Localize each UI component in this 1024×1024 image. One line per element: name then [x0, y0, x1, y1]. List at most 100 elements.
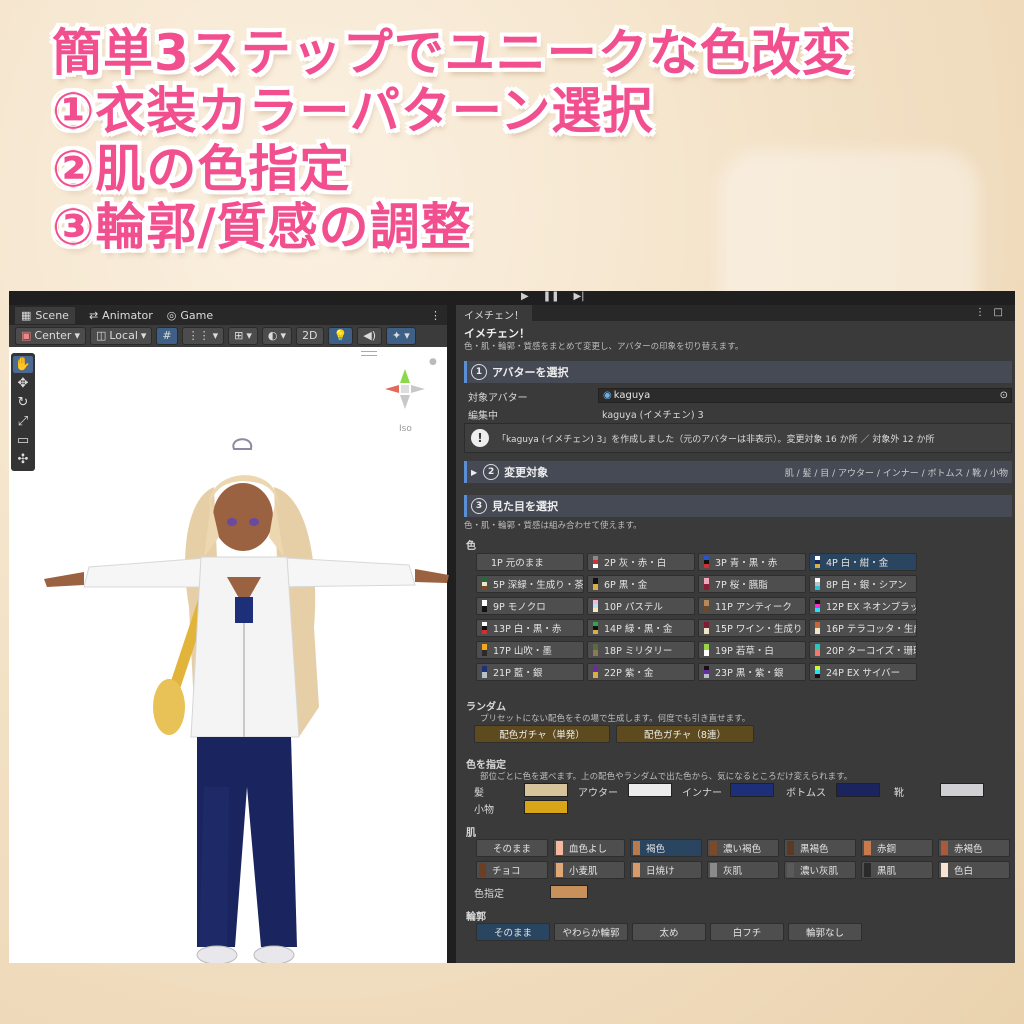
color-preset-button[interactable]: 10P パステル [587, 597, 695, 615]
palette-swatch-icon [482, 622, 487, 634]
space-dropdown[interactable]: ◫ Local ▾ [89, 327, 153, 345]
skin-tone-button[interactable]: 褐色 [630, 839, 702, 857]
color-preset-button[interactable]: 9P モノクロ [476, 597, 584, 615]
color-preset-button[interactable]: 22P 紫・金 [587, 663, 695, 681]
skin-tone-label: 赤褐色 [954, 844, 983, 855]
skin-tone-label: 赤銅 [877, 844, 897, 855]
color-preset-button[interactable]: 6P 黒・金 [587, 575, 695, 593]
skin-tone-button[interactable]: 濃い灰肌 [784, 861, 856, 879]
outline-option-button[interactable]: 白フチ [710, 923, 784, 941]
lighting-toggle[interactable]: 💡 [327, 327, 354, 345]
outline-option-button[interactable]: そのまま [476, 923, 550, 941]
draw-mode-dropdown[interactable]: ◐ ▾ [261, 327, 293, 345]
tab-game[interactable]: ◎ Game [167, 309, 213, 322]
part-color-swatch[interactable] [730, 783, 774, 797]
skin-tone-button[interactable]: そのまま [476, 839, 548, 857]
color-preset-button[interactable]: 7P 桜・臙脂 [698, 575, 806, 593]
skin-tone-button[interactable]: 濃い褐色 [707, 839, 779, 857]
skin-tone-button[interactable]: 小麦肌 [553, 861, 625, 879]
drag-handle[interactable] [361, 351, 377, 356]
skin-tone-button[interactable]: 灰肌 [707, 861, 779, 879]
target-avatar-label: 対象アバター [468, 393, 528, 404]
skin-tone-button[interactable]: チョコ [476, 861, 548, 879]
more-icon[interactable]: ⋮ [430, 309, 441, 322]
play-controls: ▶ ❚❚ ▶| [521, 291, 585, 303]
color-preset-label: 21P 藍・銀 [493, 668, 543, 679]
grid-snap-button[interactable]: # [156, 327, 178, 345]
part-color-swatch[interactable] [940, 783, 984, 797]
outline-heading: 輪郭 [466, 912, 486, 923]
2d-toggle[interactable]: 2D [296, 327, 324, 345]
tab-scene[interactable]: ▦ Scene [15, 306, 75, 324]
appearance-description: 色・肌・輪郭・質感は組み合わせて使えます。 [464, 521, 642, 531]
skin-custom-color[interactable] [550, 885, 588, 899]
skin-tone-button[interactable]: 日焼け [630, 861, 702, 879]
color-heading: 色 [466, 541, 476, 552]
outline-option-label: そのまま [493, 928, 532, 939]
color-preset-button[interactable]: 19P 若草・白 [698, 641, 806, 659]
skin-tone-button[interactable]: 黒褐色 [784, 839, 856, 857]
part-color-swatch[interactable] [836, 783, 880, 797]
skin-tone-button[interactable]: 血色よし [553, 839, 625, 857]
target-avatar-value: kaguya [613, 390, 651, 401]
color-preset-button[interactable]: 23P 黒・紫・銀 [698, 663, 806, 681]
editing-label: 編集中 [468, 411, 498, 422]
pivot-dropdown[interactable]: ▣ Center ▾ [15, 327, 86, 345]
lock-icon[interactable]: ● [429, 357, 437, 367]
move-tool-icon[interactable]: ✥ [13, 375, 33, 392]
color-preset-button[interactable]: 1P 元のまま [476, 553, 584, 571]
color-preset-button[interactable]: 14P 緑・黒・金 [587, 619, 695, 637]
pause-icon[interactable]: ❚❚ [543, 291, 560, 303]
color-preset-button[interactable]: 18P ミリタリー [587, 641, 695, 659]
section-targets[interactable]: ▶ 2 変更対象 肌 / 髪 / 目 / アウター / インナー / ボトムス … [464, 461, 1012, 483]
skin-tone-button[interactable]: 黒肌 [861, 861, 933, 879]
color-preset-button[interactable]: 12P EX ネオンブラック [809, 597, 917, 615]
skin-tone-button[interactable]: 色白 [938, 861, 1010, 879]
gacha-multi-button[interactable]: 配色ガチャ（8連） [616, 725, 754, 743]
step-number-3: 3 [471, 498, 487, 514]
skin-swatch-icon [941, 863, 948, 877]
color-preset-button[interactable]: 24P EX サイバー [809, 663, 917, 681]
color-preset-button[interactable]: 21P 藍・銀 [476, 663, 584, 681]
avatar-model[interactable] [29, 407, 449, 963]
part-color-swatch[interactable] [524, 800, 568, 814]
skin-custom-label: 色指定 [474, 889, 504, 900]
skin-tone-button[interactable]: 赤褐色 [938, 839, 1010, 857]
color-preset-button[interactable]: 8P 白・銀・シアン [809, 575, 917, 593]
step-icon[interactable]: ▶| [573, 291, 584, 303]
panel-tab[interactable]: イメチェン！ [456, 305, 532, 324]
color-preset-button[interactable]: 4P 白・紺・金 [809, 553, 917, 571]
color-preset-button[interactable]: 20P ターコイズ・珊瑚 [809, 641, 917, 659]
outline-option-button[interactable]: 太め [632, 923, 706, 941]
part-color-swatch[interactable] [628, 783, 672, 797]
color-preset-button[interactable]: 5P 深緑・生成り・茶 [476, 575, 584, 593]
outline-option-button[interactable]: やわらか輪郭 [554, 923, 628, 941]
color-preset-button[interactable]: 16P テラコッタ・生成り [809, 619, 917, 637]
color-preset-label: 18P ミリタリー [604, 646, 673, 657]
object-picker-icon[interactable]: ⊙ [1000, 390, 1008, 401]
gacha-single-button[interactable]: 配色ガチャ（単発） [474, 725, 610, 743]
step-number-2: 2 [483, 464, 500, 480]
color-preset-button[interactable]: 2P 灰・赤・白 [587, 553, 695, 571]
snap-dropdown[interactable]: ⋮⋮ ▾ [181, 327, 225, 345]
speaker-icon: ◀) [363, 329, 376, 342]
outline-option-button[interactable]: 輪郭なし [788, 923, 862, 941]
increment-dropdown[interactable]: ⊞ ▾ [228, 327, 258, 345]
hand-tool-icon[interactable]: ✋ [13, 356, 33, 373]
color-preset-button[interactable]: 17P 山吹・墨 [476, 641, 584, 659]
color-preset-label: 6P 黒・金 [604, 580, 648, 591]
outline-option-label: 太め [659, 928, 679, 939]
target-avatar-field[interactable]: ◉ kaguya ⊙ [598, 388, 1012, 403]
color-preset-button[interactable]: 13P 白・黒・赤 [476, 619, 584, 637]
tab-animator[interactable]: ⇄ Animator [89, 309, 153, 322]
effects-dropdown[interactable]: ✦ ▾ [386, 327, 416, 345]
audio-toggle[interactable]: ◀) [357, 327, 382, 345]
part-color-swatch[interactable] [524, 783, 568, 797]
skin-tone-button[interactable]: 赤銅 [861, 839, 933, 857]
color-preset-button[interactable]: 15P ワイン・生成り [698, 619, 806, 637]
play-icon[interactable]: ▶ [521, 291, 529, 303]
color-preset-button[interactable]: 11P アンティーク [698, 597, 806, 615]
scene-viewport[interactable]: ✋ ✥ ↻ ⤢ ▭ ✣ Iso ● [9, 347, 449, 963]
window-icon[interactable]: □ [986, 305, 1011, 320]
color-preset-button[interactable]: 3P 青・黒・赤 [698, 553, 806, 571]
